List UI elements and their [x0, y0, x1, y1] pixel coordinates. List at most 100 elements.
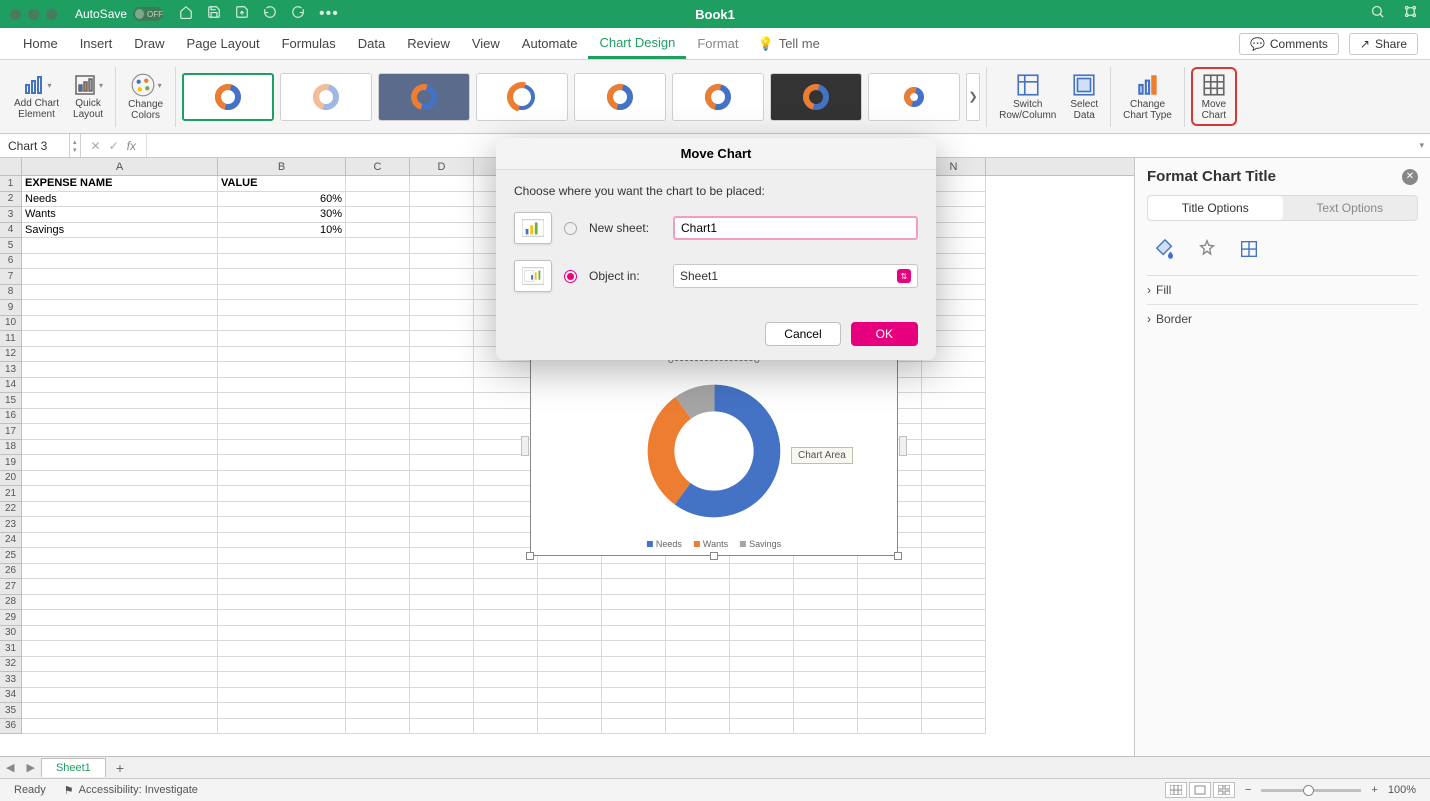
cell[interactable] [538, 595, 602, 611]
cell[interactable] [602, 657, 666, 673]
cell[interactable] [218, 719, 346, 735]
row-header[interactable]: 15 [0, 393, 22, 409]
cell[interactable] [602, 579, 666, 595]
cell[interactable] [22, 378, 218, 394]
cell[interactable] [922, 471, 986, 487]
cell[interactable] [922, 641, 986, 657]
cell[interactable] [602, 641, 666, 657]
select-data-button[interactable]: Select Data [1064, 60, 1104, 133]
cell[interactable] [410, 502, 474, 518]
cell[interactable] [218, 347, 346, 363]
undo-icon[interactable] [263, 5, 277, 24]
cell[interactable] [22, 486, 218, 502]
cell[interactable] [22, 238, 218, 254]
search-icon[interactable] [1370, 4, 1385, 24]
cell[interactable] [794, 626, 858, 642]
size-properties-icon[interactable] [1237, 237, 1261, 261]
donut-chart-icon[interactable] [644, 381, 784, 521]
save-as-icon[interactable] [235, 5, 249, 24]
cell[interactable] [410, 347, 474, 363]
cell[interactable] [538, 703, 602, 719]
cell[interactable] [22, 595, 218, 611]
name-box[interactable]: Chart 3 [0, 134, 70, 157]
cell[interactable] [666, 688, 730, 704]
cell[interactable] [346, 440, 410, 456]
object-in-radio[interactable] [564, 270, 577, 283]
cell[interactable] [858, 626, 922, 642]
cell[interactable] [346, 610, 410, 626]
row-header[interactable]: 35 [0, 703, 22, 719]
cell[interactable] [346, 207, 410, 223]
cell[interactable] [410, 223, 474, 239]
cell[interactable] [346, 641, 410, 657]
normal-view-icon[interactable] [1165, 782, 1187, 798]
row-header[interactable]: 8 [0, 285, 22, 301]
cell[interactable] [218, 238, 346, 254]
row-header[interactable]: 33 [0, 672, 22, 688]
cell[interactable] [858, 688, 922, 704]
cell[interactable] [410, 548, 474, 564]
cell[interactable] [22, 517, 218, 533]
cell[interactable] [666, 719, 730, 735]
cell[interactable] [858, 672, 922, 688]
cell[interactable] [410, 300, 474, 316]
cell[interactable] [922, 533, 986, 549]
cell[interactable] [218, 455, 346, 471]
cell[interactable] [22, 533, 218, 549]
cell[interactable] [410, 378, 474, 394]
cell[interactable] [218, 595, 346, 611]
cell[interactable] [346, 300, 410, 316]
cell[interactable] [666, 672, 730, 688]
row-header[interactable]: 5 [0, 238, 22, 254]
cell[interactable] [22, 424, 218, 440]
cell[interactable] [794, 641, 858, 657]
autosave-toggle[interactable]: AutoSave OFF [75, 7, 163, 21]
cell[interactable] [474, 502, 538, 518]
cell[interactable] [346, 517, 410, 533]
move-chart-button[interactable]: Move Chart [1201, 72, 1227, 121]
cell[interactable] [346, 688, 410, 704]
cell[interactable] [794, 610, 858, 626]
cell[interactable] [666, 610, 730, 626]
cell[interactable] [22, 331, 218, 347]
cell[interactable] [410, 455, 474, 471]
minimize-dot[interactable] [28, 9, 39, 20]
cell[interactable] [858, 579, 922, 595]
cell[interactable] [922, 610, 986, 626]
cell[interactable] [410, 440, 474, 456]
cell[interactable] [346, 176, 410, 192]
cell[interactable] [794, 595, 858, 611]
zoom-level[interactable]: 100% [1388, 784, 1416, 796]
cell[interactable] [410, 393, 474, 409]
cell[interactable] [346, 254, 410, 270]
cell[interactable] [218, 269, 346, 285]
cell[interactable] [858, 610, 922, 626]
quick-layout-button[interactable]: ▾ Quick Layout [67, 60, 109, 133]
cell[interactable] [410, 409, 474, 425]
cell[interactable] [922, 393, 986, 409]
cell[interactable] [474, 393, 538, 409]
cell[interactable] [794, 564, 858, 580]
cell[interactable] [346, 564, 410, 580]
cell[interactable] [22, 579, 218, 595]
cell[interactable] [22, 564, 218, 580]
cell[interactable] [922, 626, 986, 642]
cell[interactable] [922, 486, 986, 502]
cell[interactable] [922, 688, 986, 704]
cell[interactable] [22, 719, 218, 735]
cell[interactable] [474, 641, 538, 657]
embedded-chart[interactable]: Budget Guide Chart Area Needs Wants Savi… [530, 336, 898, 556]
cell[interactable] [346, 579, 410, 595]
cell[interactable] [730, 579, 794, 595]
cell[interactable] [538, 719, 602, 735]
cell[interactable] [602, 688, 666, 704]
cell[interactable] [922, 703, 986, 719]
cell[interactable] [410, 672, 474, 688]
cell[interactable] [22, 502, 218, 518]
change-chart-type-button[interactable]: Change Chart Type [1117, 60, 1178, 133]
tab-title-options[interactable]: Title Options [1148, 196, 1283, 220]
cell[interactable] [922, 378, 986, 394]
row-header[interactable]: 7 [0, 269, 22, 285]
zoom-in-button[interactable]: + [1371, 784, 1377, 796]
more-icon[interactable]: ••• [319, 5, 339, 23]
